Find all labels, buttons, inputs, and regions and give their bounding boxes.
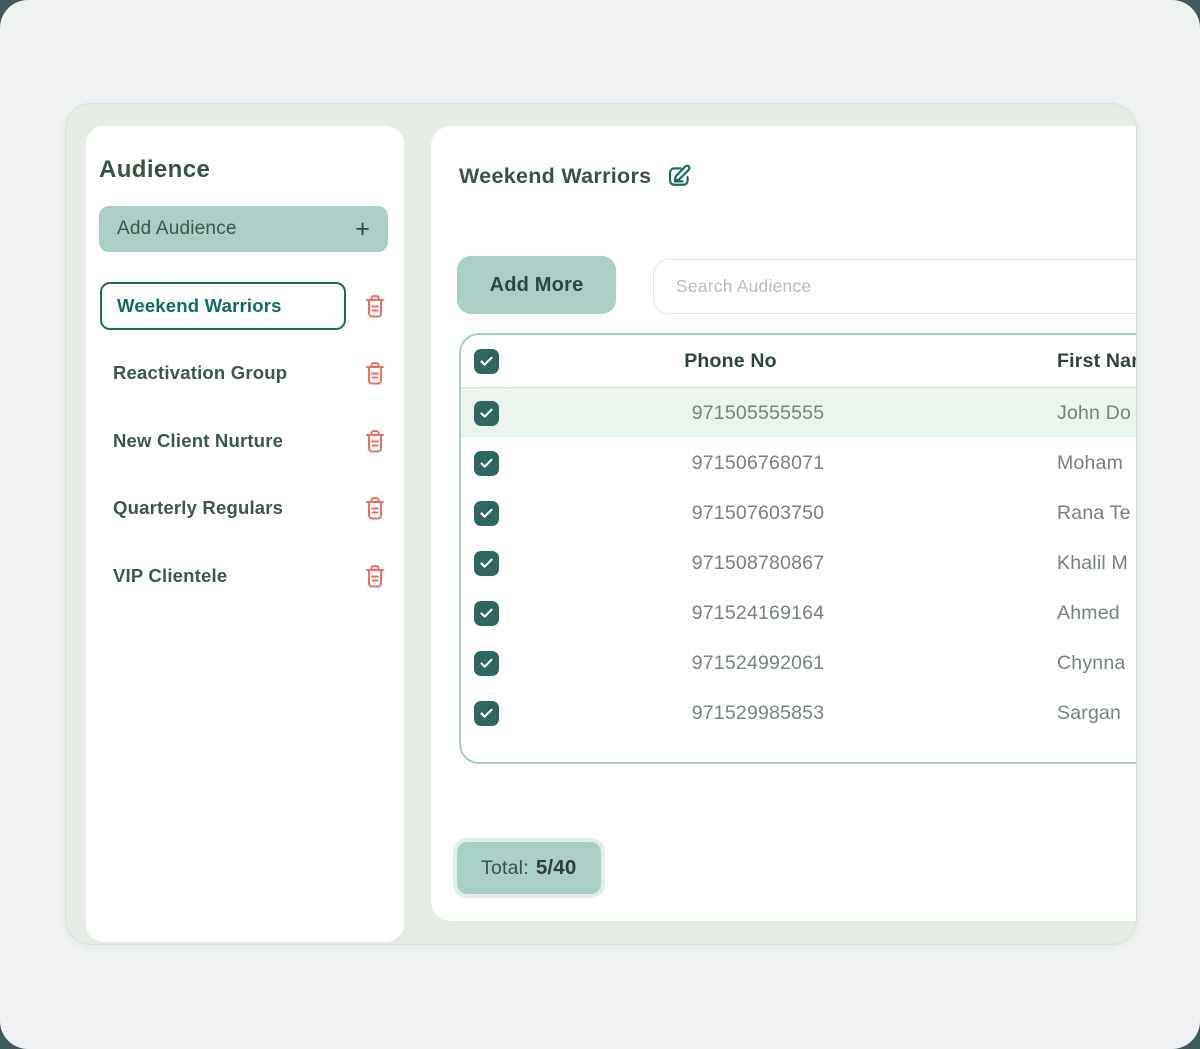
add-more-button[interactable]: Add More: [457, 256, 616, 314]
table-row: 971508780867 Khalil M: [461, 538, 1137, 588]
app-surface: Audience Add Audience + Weekend Warriors: [0, 0, 1200, 1049]
panel-header: Weekend Warriors: [459, 162, 694, 190]
sidebar-item-label: Weekend Warriors: [117, 295, 282, 317]
add-audience-button[interactable]: Add Audience +: [99, 206, 388, 252]
table-row: 971507603750 Rana Te: [461, 488, 1137, 538]
phone-cell: 971524169164: [523, 602, 993, 625]
total-label: Total:: [481, 857, 529, 880]
sidebar-item-weekend-warriors[interactable]: Weekend Warriors: [100, 282, 346, 330]
table-row: 971505555555 John Do: [461, 388, 1137, 438]
sidebar-row: Weekend Warriors: [86, 282, 404, 330]
audience-sidebar: Audience Add Audience + Weekend Warriors: [86, 126, 404, 942]
phone-no-header: Phone No: [523, 350, 993, 373]
sidebar-item-reactivation-group[interactable]: Reactivation Group: [113, 362, 287, 384]
row-checkbox[interactable]: [474, 401, 499, 426]
table-row: 971524169164 Ahmed: [461, 588, 1137, 638]
trash-icon[interactable]: [363, 563, 387, 590]
pencil-square-icon[interactable]: [666, 162, 694, 190]
sidebar-title: Audience: [99, 156, 210, 184]
first-name-cell: Ahmed: [993, 602, 1137, 625]
total-badge: Total: 5/40: [457, 842, 601, 894]
first-name-cell: Moham: [993, 452, 1137, 475]
audience-name-title: Weekend Warriors: [459, 164, 651, 189]
trash-icon[interactable]: [363, 428, 387, 455]
sidebar-item-quarterly-regulars[interactable]: Quarterly Regulars: [113, 497, 283, 519]
audience-table: Phone No First Name 971505555555 John Do…: [459, 333, 1137, 764]
first-name-cell: Chynna: [993, 652, 1137, 675]
table-row: 971506768071 Moham: [461, 438, 1137, 488]
select-all-checkbox[interactable]: [474, 349, 499, 374]
audience-manager-window: Audience Add Audience + Weekend Warriors: [65, 103, 1137, 945]
phone-cell: 971529985853: [523, 702, 993, 725]
trash-icon[interactable]: [363, 293, 387, 320]
add-audience-label: Add Audience: [117, 218, 237, 240]
phone-cell: 971508780867: [523, 552, 993, 575]
first-name-cell: Sargan: [993, 702, 1137, 725]
phone-cell: 971524992061: [523, 652, 993, 675]
total-value: 5/40: [536, 856, 577, 880]
plus-icon: +: [355, 217, 370, 242]
trash-icon[interactable]: [363, 495, 387, 522]
phone-cell: 971505555555: [523, 402, 993, 425]
sidebar-row: Quarterly Regulars: [86, 484, 404, 532]
row-checkbox[interactable]: [474, 701, 499, 726]
first-name-cell: Khalil M: [993, 552, 1137, 575]
search-audience-input[interactable]: [653, 259, 1137, 314]
first-name-cell: John Do: [993, 402, 1137, 425]
sidebar-item-new-client-nurture[interactable]: New Client Nurture: [113, 430, 283, 452]
row-checkbox[interactable]: [474, 451, 499, 476]
row-checkbox[interactable]: [474, 551, 499, 576]
sidebar-item-vip-clientele[interactable]: VIP Clientele: [113, 565, 227, 587]
row-checkbox[interactable]: [474, 601, 499, 626]
phone-cell: 971507603750: [523, 502, 993, 525]
first-name-cell: Rana Te: [993, 502, 1137, 525]
table-row: 971529985853 Sargan: [461, 688, 1137, 738]
trash-icon[interactable]: [363, 360, 387, 387]
sidebar-row: New Client Nurture: [86, 417, 404, 465]
row-checkbox[interactable]: [474, 651, 499, 676]
first-name-header: First Name: [993, 350, 1137, 373]
audience-detail-panel: Weekend Warriors Add More: [431, 126, 1137, 921]
table-row: 971524992061 Chynna: [461, 638, 1137, 688]
row-checkbox[interactable]: [474, 501, 499, 526]
sidebar-row: VIP Clientele: [86, 552, 404, 600]
sidebar-row: Reactivation Group: [86, 349, 404, 397]
table-header-row: Phone No First Name: [461, 335, 1137, 388]
phone-cell: 971506768071: [523, 452, 993, 475]
